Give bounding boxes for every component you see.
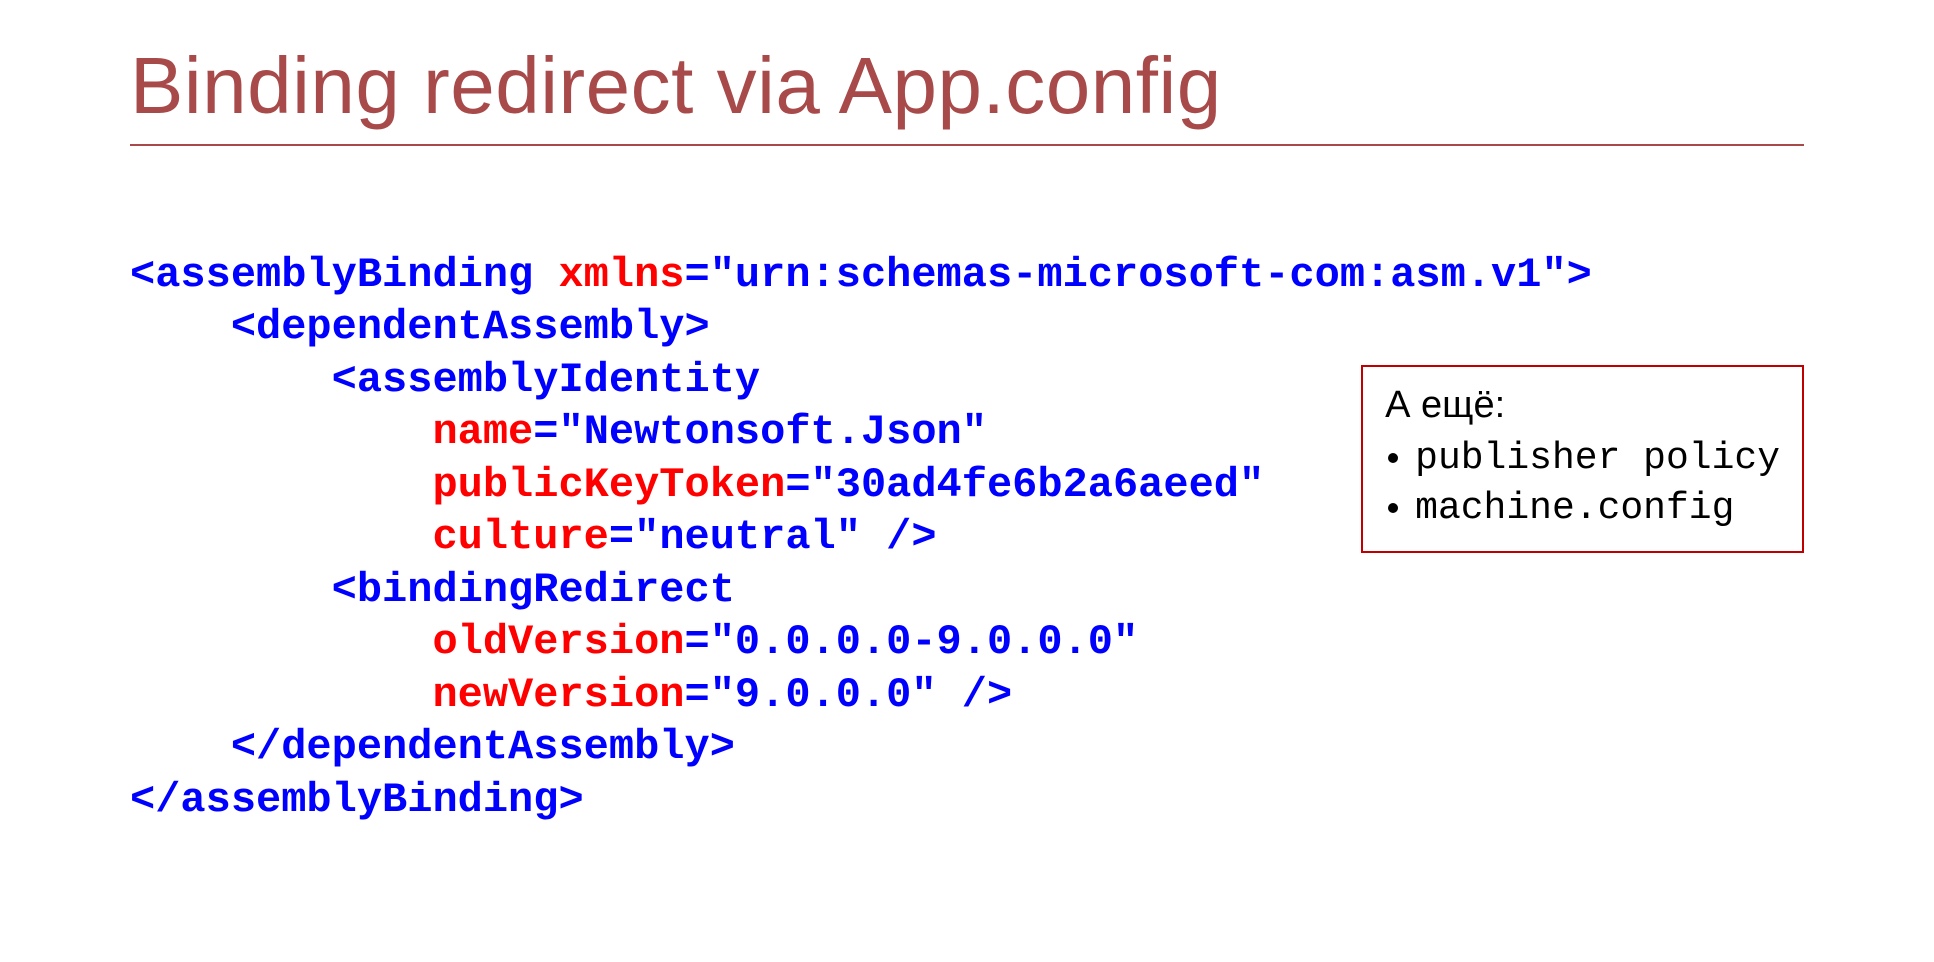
code-text: /> — [937, 671, 1013, 719]
code-text: oldVersion — [130, 618, 685, 666]
code-text: /> — [861, 513, 937, 561]
code-text: "9.0.0.0" — [710, 671, 937, 719]
code-text: "urn:schemas-microsoft-com:asm.v1" — [710, 251, 1567, 299]
code-text: = — [785, 461, 810, 509]
code-text: </assemblyBinding> — [130, 776, 584, 824]
code-text: <bindingRedirect — [130, 566, 735, 614]
code-text: <dependentAssembly> — [130, 303, 710, 351]
note-item: machine.config — [1415, 484, 1780, 533]
code-text: publicKeyToken — [130, 461, 785, 509]
code-text: </dependentAssembly> — [130, 723, 735, 771]
slide: Binding redirect via App.config <assembl… — [0, 0, 1934, 962]
note-item: publisher policy — [1415, 434, 1780, 483]
code-text: "30ad4fe6b2a6aeed" — [811, 461, 1265, 509]
code-text: = — [609, 513, 634, 561]
code-text: <assemblyBinding — [130, 251, 533, 299]
code-text: = — [685, 618, 710, 666]
code-text: newVersion — [130, 671, 685, 719]
slide-title: Binding redirect via App.config — [130, 40, 1804, 146]
code-text: "neutral" — [634, 513, 861, 561]
code-text: = — [685, 671, 710, 719]
code-text: "Newtonsoft.Json" — [558, 408, 986, 456]
note-title: А ещё: — [1385, 381, 1780, 430]
code-text: xmlns — [533, 251, 684, 299]
note-box: А ещё: publisher policy machine.config — [1361, 365, 1804, 553]
code-text: = — [685, 251, 710, 299]
code-text: "0.0.0.0-9.0.0.0" — [710, 618, 1138, 666]
code-text: > — [1567, 251, 1592, 299]
code-text: = — [533, 408, 558, 456]
code-text: culture — [130, 513, 609, 561]
code-text: <assemblyIdentity — [130, 356, 760, 404]
code-text: name — [130, 408, 533, 456]
note-list: publisher policy machine.config — [1385, 434, 1780, 533]
